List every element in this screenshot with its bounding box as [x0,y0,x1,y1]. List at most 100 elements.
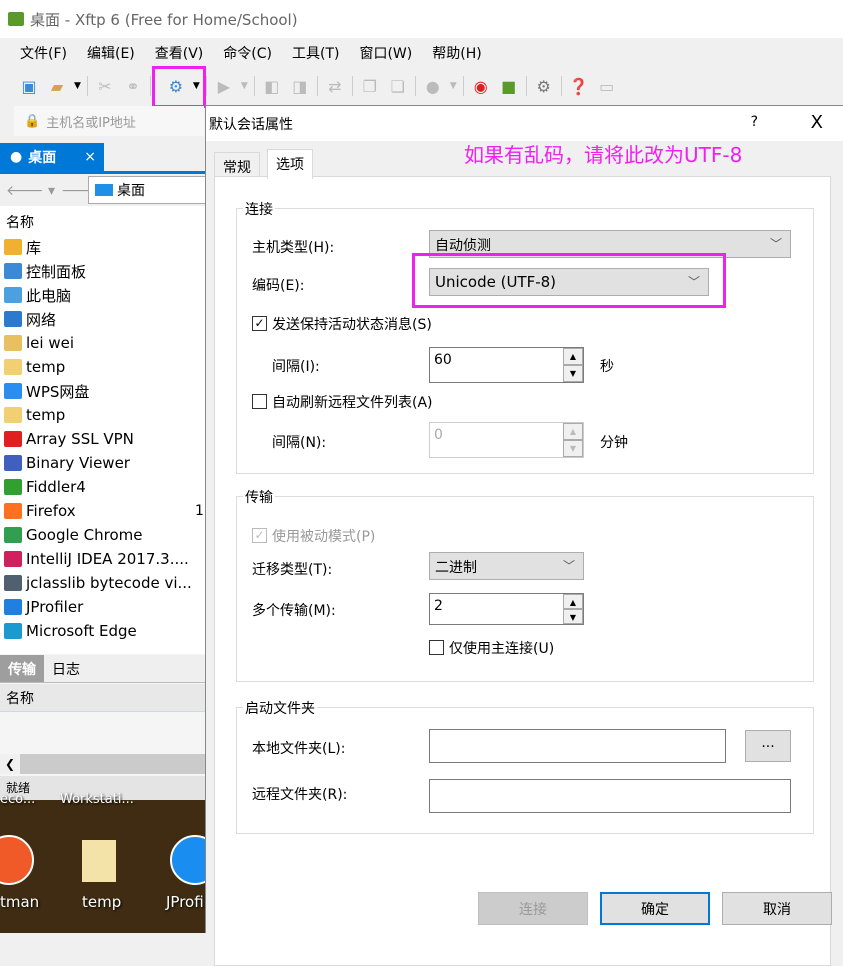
spin-down-icon[interactable]: ▼ [563,365,583,382]
multi-transfer-label: 多个传输(M): [252,603,336,619]
list-item[interactable]: Google Chrome [4,523,143,547]
encoding-label: 编码(E): [252,278,305,294]
list-item[interactable]: 控制面板 [4,259,86,283]
scroll-left-icon[interactable]: ❮ [0,754,20,774]
interval-stepper[interactable]: 60 ▲ ▼ [429,347,584,383]
keepalive-checkbox[interactable]: ✓ [252,316,267,331]
close-button[interactable]: X [811,112,823,133]
list-item[interactable]: JProfiler [4,595,83,619]
spin-down-icon[interactable]: ▼ [563,440,583,457]
autorefresh-checkbox[interactable] [252,394,267,409]
item-name: 库 [26,238,42,257]
postman-icon[interactable] [0,835,34,885]
file-icon [4,599,22,615]
menu-command[interactable]: 命令(C) [223,43,272,63]
help-icon[interactable]: ❓ [568,75,590,97]
interval-unit: 秒 [600,359,614,375]
list-item[interactable]: temp [4,403,65,427]
list-item[interactable]: temp [4,355,65,379]
tab-log[interactable]: 日志 [44,655,88,682]
xftp-app-icon [8,12,24,26]
disconnect-icon[interactable]: ✂ [94,75,116,97]
refresh-interval-label: 间隔(N): [272,435,327,451]
list-item[interactable]: WPS网盘 [4,379,89,403]
item-name: temp [26,358,66,376]
xftp-icon[interactable]: ■ [498,75,520,97]
play-icon[interactable]: ▶ [213,75,235,97]
list-item[interactable]: Firefox [4,499,76,523]
menu-help[interactable]: 帮助(H) [432,43,481,63]
download-icon[interactable]: ◨ [289,75,311,97]
group-transfer: 传输 ✓ 使用被动模式(P) 迁移类型(T): 二进制 ﹀ 多个传输(M): 2 ▲… [236,487,814,682]
options-tab-page: 连接 主机类型(H): 自动侦测 ﹀ 编码(E): Unicode (UTF-8)… [214,176,831,966]
list-item[interactable]: 网络 [4,307,56,331]
path-field[interactable]: 桌面 [88,176,208,204]
help-button[interactable]: ? [751,114,758,130]
desktop-icon-label[interactable]: JProfi [166,893,204,911]
list-item[interactable]: 此电脑 [4,283,71,307]
spin-down-icon[interactable]: ▼ [563,609,583,624]
item-name: 控制面板 [26,262,87,281]
open-folder-icon[interactable]: ▰ [46,75,68,97]
xshell-icon[interactable]: ◉ [470,75,492,97]
file-icon [4,335,22,351]
horizontal-scrollbar[interactable]: ❮ [0,754,205,774]
dialog-title-bar: 默认会话属性 [206,106,843,141]
connect-button[interactable]: 连接 [478,892,588,925]
list-item[interactable]: IntelliJ IDEA 2017.3.... [4,547,189,571]
desktop-label: eco... [0,792,36,807]
copy-icon[interactable]: ❐ [359,75,381,97]
tab-options[interactable]: 选项 [267,149,313,179]
passive-mode-checkbox[interactable]: ✓ [252,528,267,543]
dialog-title: 默认会话属性 [209,116,293,133]
file-icon [4,383,22,399]
local-folder-input[interactable] [429,729,726,763]
tab-local-desktop[interactable]: ● 桌面 × [0,143,104,171]
column-header-name[interactable]: 名称 [6,212,34,232]
file-icon [4,287,22,303]
list-item[interactable]: Fiddler4 [4,475,86,499]
transfer-type-select[interactable]: 二进制 ﹀ [429,552,584,580]
spin-up-icon[interactable]: ▲ [563,423,583,440]
list-item[interactable]: Binary Viewer [4,451,130,475]
remote-folder-input[interactable] [429,779,791,813]
list-item[interactable]: lei wei [4,331,74,355]
reconnect-icon[interactable]: ⚭ [122,75,144,97]
primary-only-checkbox[interactable] [429,640,444,655]
folder-shortcut-icon[interactable] [82,840,116,882]
item-name: Binary Viewer [26,454,130,472]
paste-icon[interactable]: ❏ [387,75,409,97]
record-icon[interactable]: ● [422,75,444,97]
desktop-icon-label[interactable]: temp [82,893,121,911]
address-input[interactable]: 🔒 主机名或IP地址 [14,106,204,136]
ok-button[interactable]: 确定 [600,892,710,925]
list-item[interactable]: Microsoft Edge [4,619,137,643]
chevron-down-icon: ﹀ [769,237,782,251]
menu-window[interactable]: 窗口(W) [359,43,412,63]
close-tab-icon[interactable]: × [84,149,96,165]
spin-up-icon[interactable]: ▲ [563,348,583,365]
back-icon[interactable]: 🡐 ▾ [6,182,55,199]
item-name: WPS网盘 [26,382,90,401]
transfer-column-name[interactable]: 名称 [0,684,205,712]
cancel-button[interactable]: 取消 [722,892,832,925]
menu-edit[interactable]: 编辑(E) [87,43,135,63]
chat-icon[interactable]: ▭ [596,75,618,97]
desktop-icon-label[interactable]: tman [0,893,39,911]
list-item[interactable]: 库 [4,235,41,259]
list-item[interactable]: Array SSL VPN [4,427,134,451]
tab-transfer[interactable]: 传输 [0,655,44,682]
menu-file[interactable]: 文件(F) [20,43,67,63]
new-session-icon[interactable]: ▣ [18,75,40,97]
list-item[interactable]: jclasslib bytecode vi... [4,571,192,595]
spin-up-icon[interactable]: ▲ [563,594,583,609]
menu-tools[interactable]: 工具(T) [292,43,339,63]
sync-icon[interactable]: ⇄ [324,75,346,97]
refresh-interval-stepper[interactable]: 0 ▲ ▼ [429,422,584,458]
settings-icon[interactable]: ⚙ [533,75,555,97]
browse-button[interactable]: ... [745,730,791,762]
multi-transfer-stepper[interactable]: 2 ▲ ▼ [429,593,584,625]
menu-bar: 文件(F) 编辑(E) 查看(V) 命令(C) 工具(T) 窗口(W) 帮助(H… [10,38,492,68]
upload-icon[interactable]: ◧ [261,75,283,97]
menu-view[interactable]: 查看(V) [155,43,204,63]
